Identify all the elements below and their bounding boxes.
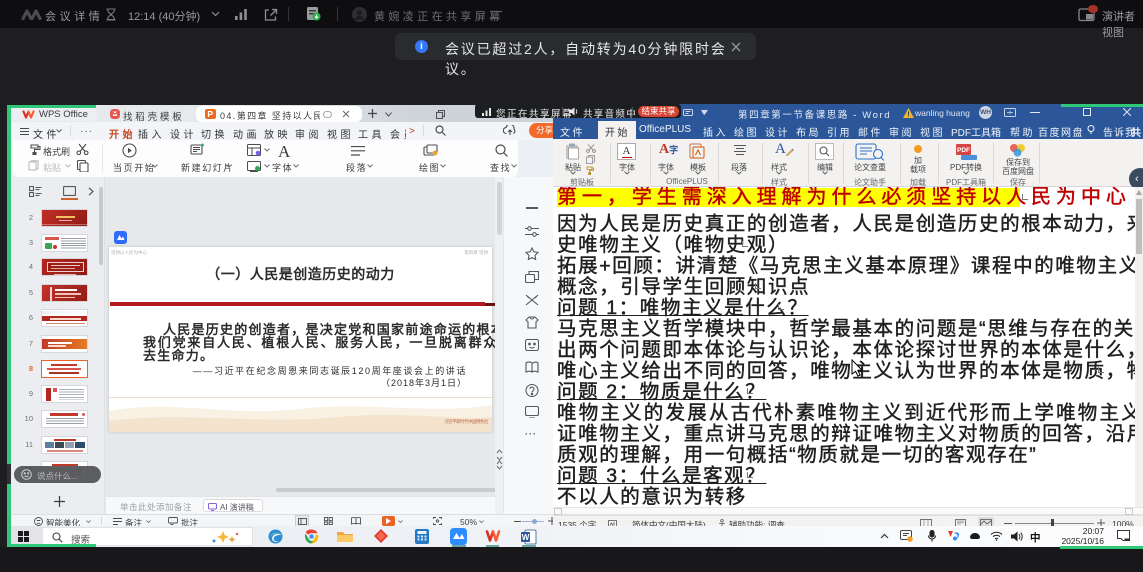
svg-text:PDF: PDF: [957, 147, 970, 154]
svg-text:!: !: [907, 111, 909, 117]
svg-text:W: W: [522, 533, 530, 542]
